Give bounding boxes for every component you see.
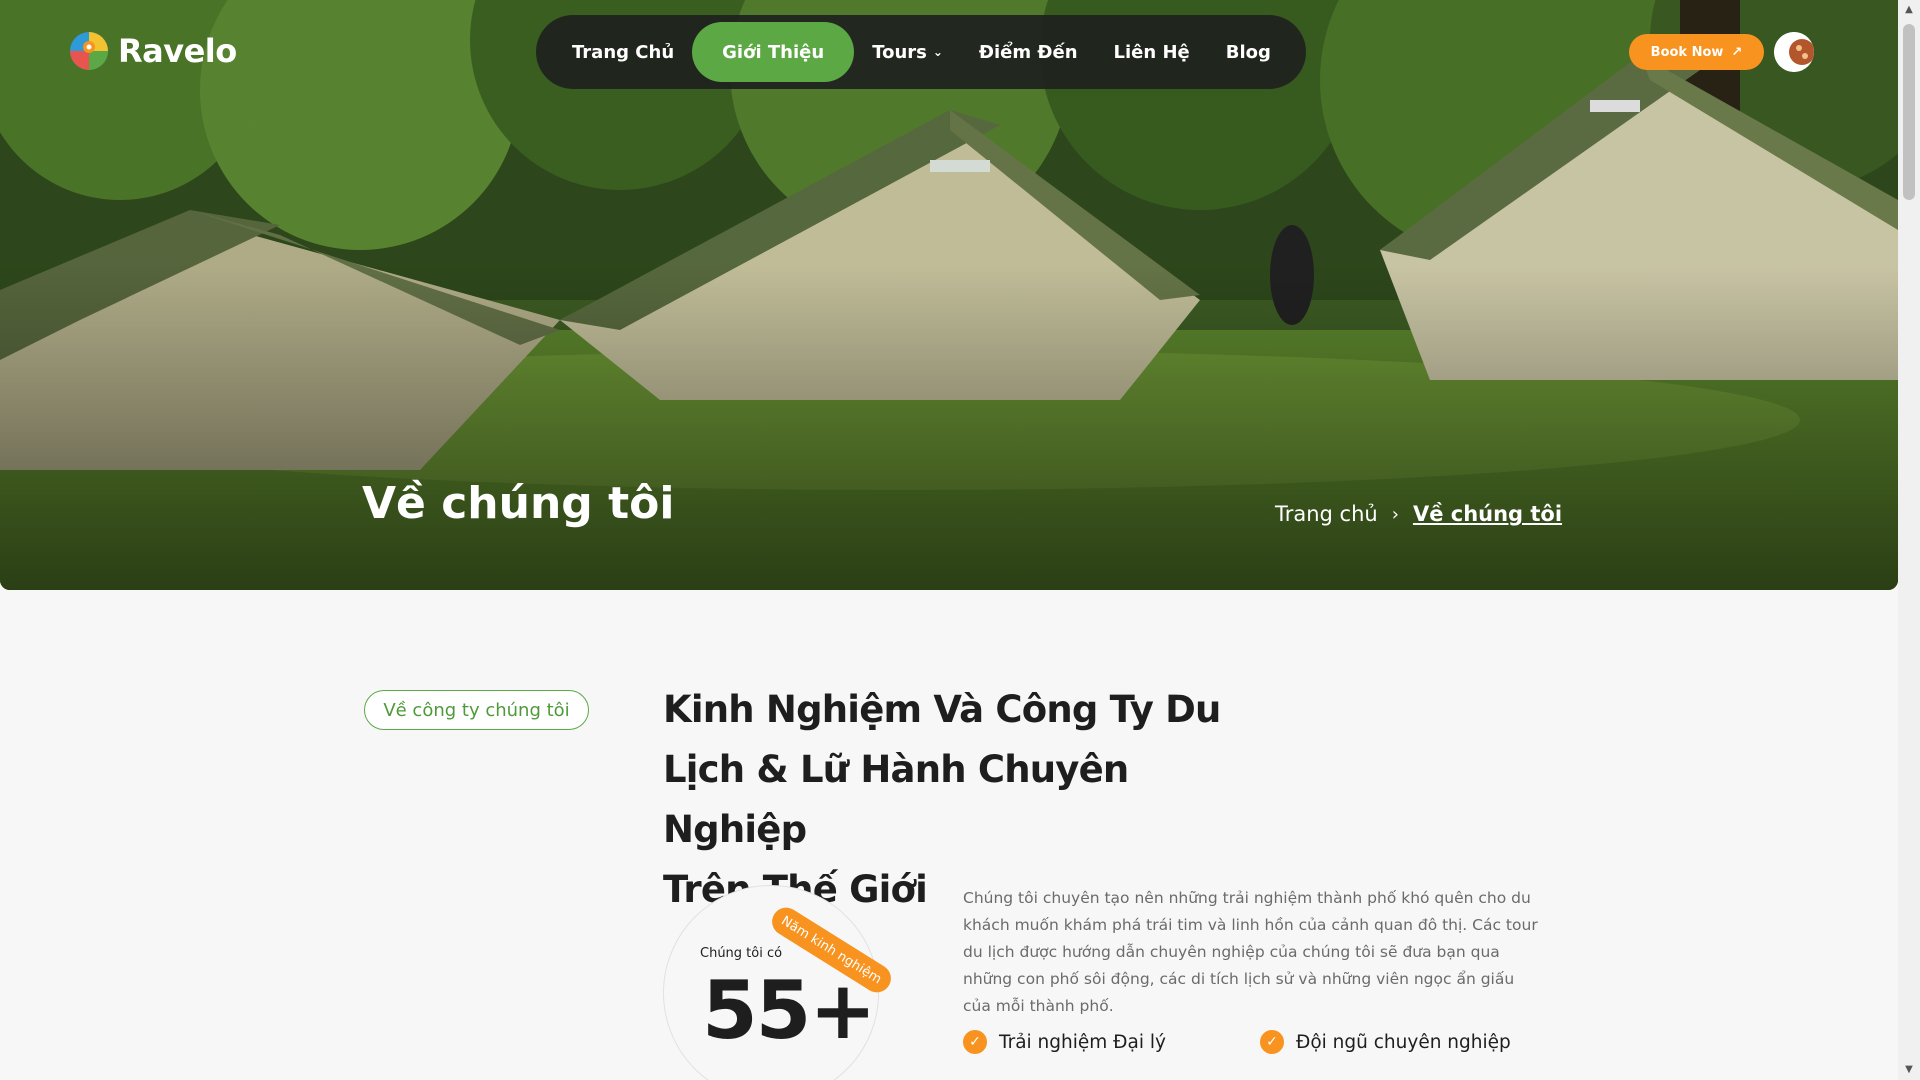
avatar[interactable] [1774,32,1814,72]
feature-item: ✓ Đội ngũ chuyên nghiệp [1260,1030,1511,1054]
nav-item-destinations[interactable]: Điểm Đến [961,22,1096,82]
nav-item-contact[interactable]: Liên Hệ [1096,22,1208,82]
logo-icon [70,32,108,70]
avatar-image [1774,32,1814,72]
page-title: Về chúng tôi [362,478,675,529]
experience-value: 55+ [702,964,876,1057]
page-scrollbar[interactable]: ▲ ▼ [1898,0,1920,1080]
brand-name: Ravelo [118,32,237,70]
nav-item-tours-label: Tours [872,41,927,63]
hero-banner: Ravelo Trang Chủ Giới Thiệu Tours ⌄ Điểm… [0,0,1898,590]
check-icon: ✓ [1260,1030,1284,1054]
feature-label: Trải nghiệm Đại lý [999,1031,1166,1053]
nav-item-blog[interactable]: Blog [1208,22,1289,82]
section-badge: Về công ty chúng tôi [364,690,589,730]
chevron-right-icon: › [1391,503,1399,525]
feature-item: ✓ Trải nghiệm Đại lý [963,1030,1166,1054]
scrollbar-thumb[interactable] [1903,24,1915,200]
chevron-down-icon: ⌄ [932,45,943,59]
nav-item-about[interactable]: Giới Thiệu [692,22,855,82]
book-now-label: Book Now [1650,44,1724,60]
book-now-button[interactable]: Book Now ↗ [1629,34,1764,70]
feature-label: Đội ngũ chuyên nghiệp [1296,1031,1511,1053]
section-headline: Kinh Nghiệm Và Công Ty Du Lịch & Lữ Hành… [663,680,1223,920]
experience-prefix: Chúng tôi có [700,946,783,961]
check-icon: ✓ [963,1030,987,1054]
nav-item-tours[interactable]: Tours ⌄ [854,22,961,82]
scroll-up-icon[interactable]: ▲ [1903,4,1915,16]
section-description: Chúng tôi chuyên tạo nên những trải nghi… [963,889,1538,1015]
arrow-up-right-icon: ↗ [1731,44,1743,60]
scroll-down-icon[interactable]: ▼ [1903,1064,1915,1076]
headline-line-1: Kinh Nghiệm Và Công Ty Du [663,688,1221,731]
breadcrumb: Trang chủ › Về chúng tôi [1275,502,1562,526]
brand-logo[interactable]: Ravelo [68,30,237,72]
nav-item-home[interactable]: Trang Chủ [554,22,692,82]
breadcrumb-home[interactable]: Trang chủ [1275,502,1378,526]
main-navigation: Trang Chủ Giới Thiệu Tours ⌄ Điểm Đến Li… [536,15,1306,89]
breadcrumb-current[interactable]: Về chúng tôi [1413,502,1562,526]
headline-line-2: Lịch & Lữ Hành Chuyên Nghiệp [663,748,1129,851]
